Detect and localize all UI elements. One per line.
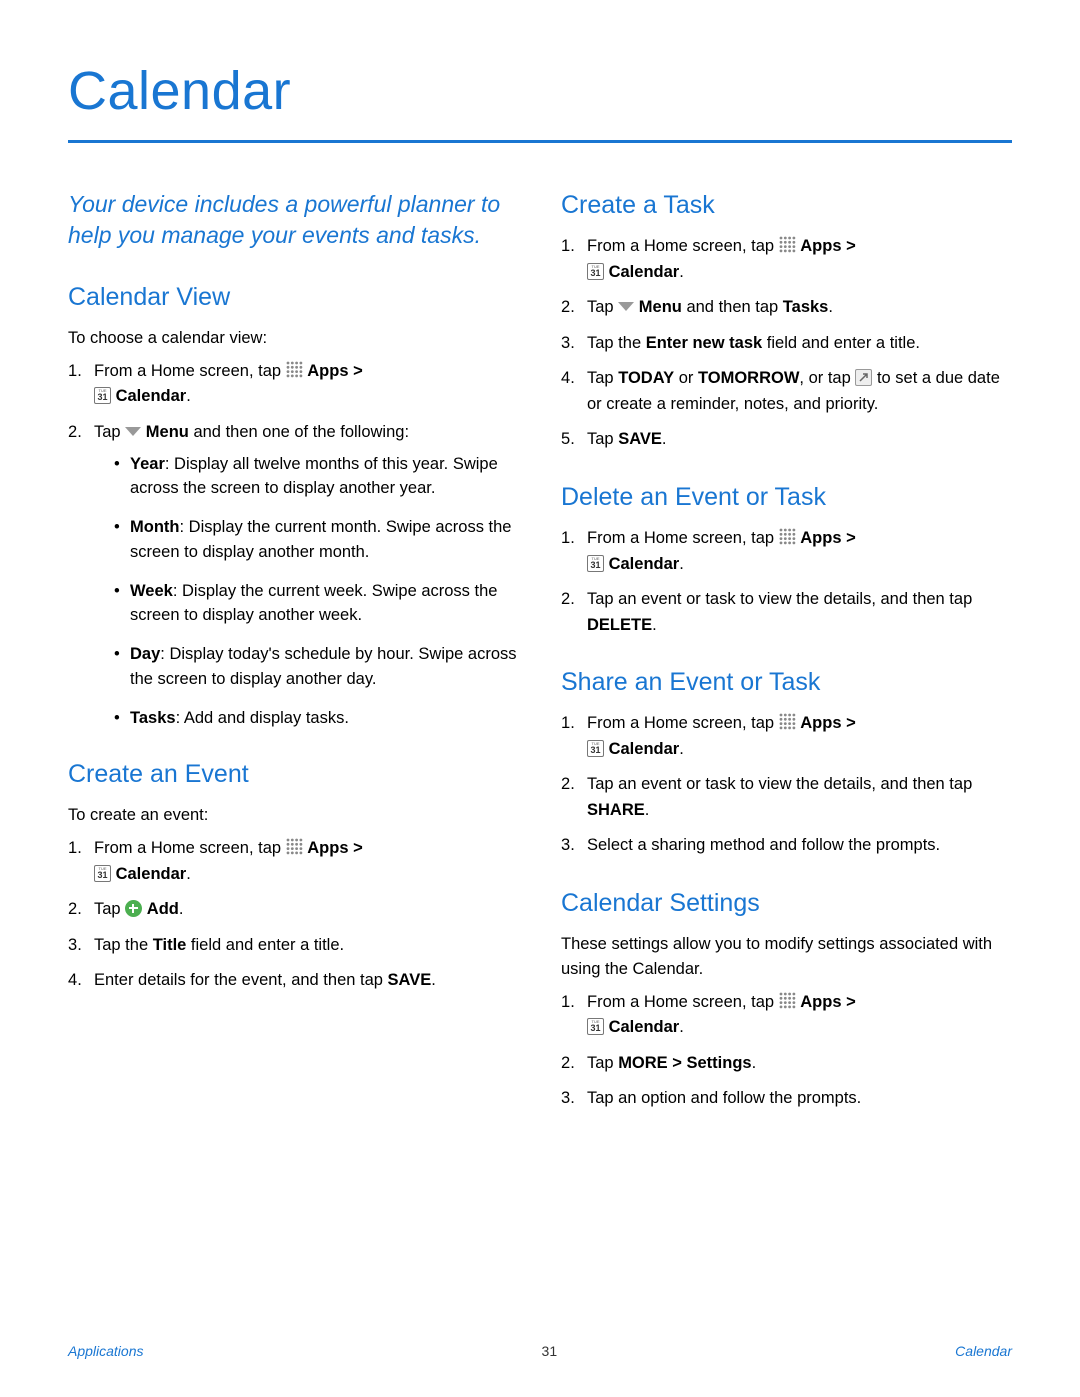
calendar-icon <box>587 263 604 280</box>
step: From a Home screen, tap Apps > Calendar. <box>68 836 519 887</box>
step: Tap Add. <box>68 897 519 923</box>
apps-icon <box>286 361 303 378</box>
step: Tap the Title field and enter a title. <box>68 933 519 959</box>
step: From a Home screen, tap Apps > Calendar. <box>561 711 1012 762</box>
step: From a Home screen, tap Apps > Calendar. <box>561 990 1012 1041</box>
heading-share: Share an Event or Task <box>561 668 1012 697</box>
create-task-steps: From a Home screen, tap Apps > Calendar.… <box>561 234 1012 453</box>
heading-delete: Delete an Event or Task <box>561 483 1012 512</box>
title-divider <box>68 140 1012 143</box>
calendar-icon <box>94 387 111 404</box>
step: Enter details for the event, and then ta… <box>68 968 519 994</box>
step: Tap an option and follow the prompts. <box>561 1086 1012 1112</box>
share-steps: From a Home screen, tap Apps > Calendar.… <box>561 711 1012 859</box>
list-item: Week: Display the current week. Swipe ac… <box>114 579 519 629</box>
right-column: Create a Task From a Home screen, tap Ap… <box>561 189 1012 1122</box>
calendar-icon <box>587 740 604 757</box>
heading-create-event: Create an Event <box>68 760 519 789</box>
step: Tap TODAY or TOMORROW, or tap to set a d… <box>561 366 1012 417</box>
apps-icon <box>779 713 796 730</box>
step: Tap an event or task to view the details… <box>561 772 1012 823</box>
settings-lead: These settings allow you to modify setti… <box>561 932 1012 982</box>
heading-calendar-settings: Calendar Settings <box>561 889 1012 918</box>
apps-icon <box>779 992 796 1009</box>
calendar-icon <box>587 555 604 572</box>
settings-steps: From a Home screen, tap Apps > Calendar.… <box>561 990 1012 1112</box>
step: From a Home screen, tap Apps > Calendar. <box>68 359 519 410</box>
calendar-view-steps: From a Home screen, tap Apps > Calendar.… <box>68 359 519 730</box>
left-column: Your device includes a powerful planner … <box>68 189 519 1122</box>
footer-left: Applications <box>68 1343 144 1359</box>
create-event-lead: To create an event: <box>68 803 519 828</box>
apps-icon <box>286 838 303 855</box>
step: From a Home screen, tap Apps > Calendar. <box>561 526 1012 577</box>
calendar-icon <box>587 1018 604 1035</box>
step: Select a sharing method and follow the p… <box>561 833 1012 859</box>
step: Tap Menu and then tap Tasks. <box>561 295 1012 321</box>
heading-create-task: Create a Task <box>561 191 1012 220</box>
create-event-steps: From a Home screen, tap Apps > Calendar.… <box>68 836 519 994</box>
menu-icon <box>125 427 141 436</box>
step: Tap the Enter new task field and enter a… <box>561 331 1012 357</box>
step: Tap SAVE. <box>561 427 1012 453</box>
expand-icon <box>855 369 872 386</box>
list-item: Year: Display all twelve months of this … <box>114 452 519 502</box>
view-options: Year: Display all twelve months of this … <box>94 452 519 731</box>
content-columns: Your device includes a powerful planner … <box>68 189 1012 1122</box>
heading-calendar-view: Calendar View <box>68 283 519 312</box>
intro-text: Your device includes a powerful planner … <box>68 189 519 251</box>
add-icon <box>125 900 142 917</box>
apps-icon <box>779 236 796 253</box>
step: From a Home screen, tap Apps > Calendar. <box>561 234 1012 285</box>
delete-steps: From a Home screen, tap Apps > Calendar.… <box>561 526 1012 638</box>
step: Tap an event or task to view the details… <box>561 587 1012 638</box>
footer-page-number: 31 <box>542 1343 558 1359</box>
calendar-view-lead: To choose a calendar view: <box>68 326 519 351</box>
calendar-icon <box>94 865 111 882</box>
apps-icon <box>779 528 796 545</box>
list-item: Tasks: Add and display tasks. <box>114 706 519 731</box>
page-title: Calendar <box>68 60 1012 122</box>
menu-icon <box>618 302 634 311</box>
step: Tap MORE > Settings. <box>561 1051 1012 1077</box>
step: Tap Menu and then one of the following: … <box>68 420 519 730</box>
page-footer: Applications 31 Calendar <box>68 1343 1012 1359</box>
list-item: Day: Display today's schedule by hour. S… <box>114 642 519 692</box>
footer-right: Calendar <box>955 1343 1012 1359</box>
list-item: Month: Display the current month. Swipe … <box>114 515 519 565</box>
